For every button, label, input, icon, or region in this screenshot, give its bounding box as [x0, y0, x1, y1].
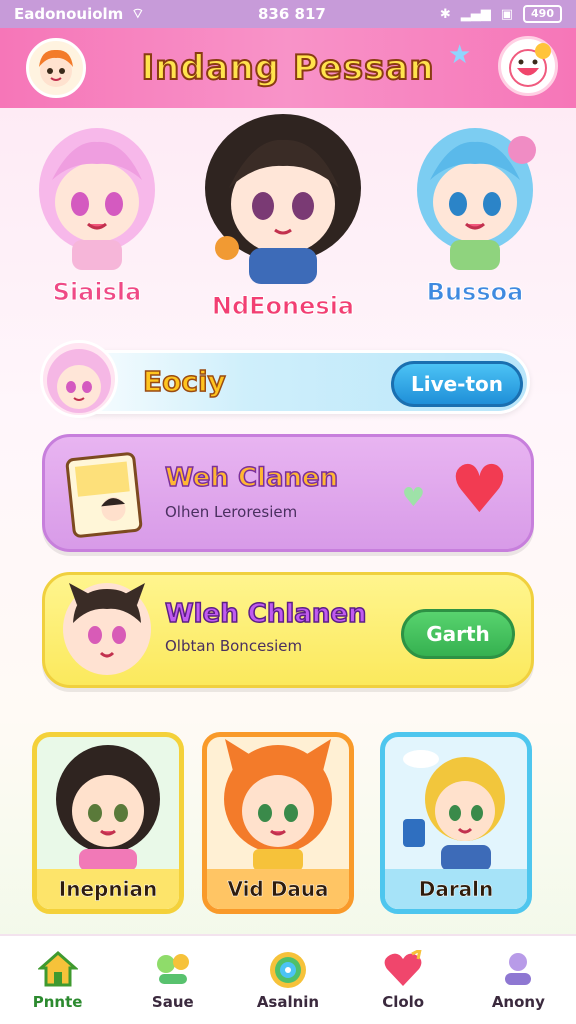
character-card-3[interactable]: Bussoa: [400, 120, 550, 307]
fox-girl-icon: [224, 739, 332, 871]
small-heart-icon: ♥: [401, 483, 425, 513]
cat-ear-character-icon: [69, 583, 145, 658]
featured-banner[interactable]: Eociy Live-ton: [52, 350, 530, 414]
bluetooth-icon: ✱: [439, 6, 451, 22]
character-card-1[interactable]: Siaisla: [22, 120, 172, 307]
status-time: 836 817: [258, 5, 326, 23]
card-title: Weh Clanen: [164, 462, 339, 494]
dark-hair-girl-icon: [56, 745, 160, 871]
nav-label: Anony: [491, 992, 545, 1011]
character-avatar: [63, 583, 151, 675]
blonde-boy-icon: [403, 750, 505, 871]
tile-label: Vid Daua: [207, 869, 349, 909]
nav-item-target[interactable]: Asalnin: [238, 950, 338, 1011]
card-subtitle: Olhen Leroresiem: [165, 503, 298, 521]
nav-label: Clolo: [382, 992, 425, 1011]
dark-hair-character-icon: [205, 114, 361, 284]
character-tile-3[interactable]: Daraln: [380, 732, 532, 914]
nav-label: Asalnin: [256, 992, 320, 1011]
card-title: Wleh Chlanen: [164, 598, 367, 630]
live-button[interactable]: Live-ton: [391, 361, 523, 407]
character-name: Siaisla: [52, 278, 142, 307]
tile-label: Inepnian: [37, 869, 179, 909]
search-button[interactable]: Garth: [401, 609, 515, 659]
storybook-icon: [65, 451, 143, 539]
nav-item-profile[interactable]: Anony: [468, 950, 568, 1011]
banner-avatar: [40, 340, 118, 418]
card-subtitle: Olbtan Boncesiem: [165, 637, 303, 655]
character-tile-2[interactable]: Vid Daua: [202, 732, 354, 914]
nav-label: Pnnte: [32, 992, 83, 1011]
friends-icon: [123, 950, 223, 992]
pink-hair-character-icon: [39, 128, 155, 270]
heart-icon[interactable]: ♥: [450, 457, 509, 523]
nav-label: Saue: [151, 992, 194, 1011]
wifi-icon: ⌔: [131, 6, 145, 22]
status-bar: Eadonouiolm ⌔ 836 817 ✱ ▂▄▆ ▣ 490: [0, 0, 576, 28]
profile-icon: [468, 950, 568, 992]
emoji-button[interactable]: [498, 36, 558, 96]
bottom-navigation: Pnnte Saue Asalnin Clolo Anony: [0, 934, 576, 1024]
feature-card-2[interactable]: Wleh Chlanen Olbtan Boncesiem Garth: [42, 572, 534, 688]
tile-label: Daraln: [385, 869, 527, 909]
nav-item-heart[interactable]: Clolo: [353, 946, 453, 1011]
character-name: Bussoa: [426, 278, 524, 307]
character-name: NdEonesia: [211, 292, 355, 321]
feature-card-1[interactable]: Weh Clanen Olhen Leroresiem ♥ ♥: [42, 434, 534, 552]
nav-item-friends[interactable]: Saue: [123, 950, 223, 1011]
profile-avatar[interactable]: [26, 38, 86, 98]
app-header: Indang Pessan ★: [0, 28, 576, 108]
pink-hair-avatar-icon: [47, 349, 111, 413]
battery-indicator: 490: [523, 5, 562, 23]
app-title: Indang Pessan: [140, 47, 435, 89]
target-icon: [238, 950, 338, 992]
sd-card-icon: ▣: [500, 6, 514, 22]
home-icon: [8, 950, 108, 992]
status-indicators: ✱ ▂▄▆ ▣ 490: [440, 5, 562, 23]
character-tile-1[interactable]: Inepnian: [32, 732, 184, 914]
signal-icon: ▂▄▆: [460, 6, 491, 22]
star-icon: ★: [448, 40, 472, 70]
fox-girl-icon: [39, 49, 73, 87]
heart-icon: [353, 946, 453, 992]
nav-item-home[interactable]: Pnnte: [8, 950, 108, 1011]
smiley-icon: [509, 43, 551, 87]
banner-title: Eociy: [142, 364, 226, 399]
blue-hair-character-icon: [417, 128, 536, 270]
carrier-name: Eadonouiolm: [14, 5, 124, 23]
character-card-2[interactable]: NdEonesia: [188, 108, 378, 321]
character-row: Siaisla NdEonesia Bussoa: [0, 108, 576, 338]
